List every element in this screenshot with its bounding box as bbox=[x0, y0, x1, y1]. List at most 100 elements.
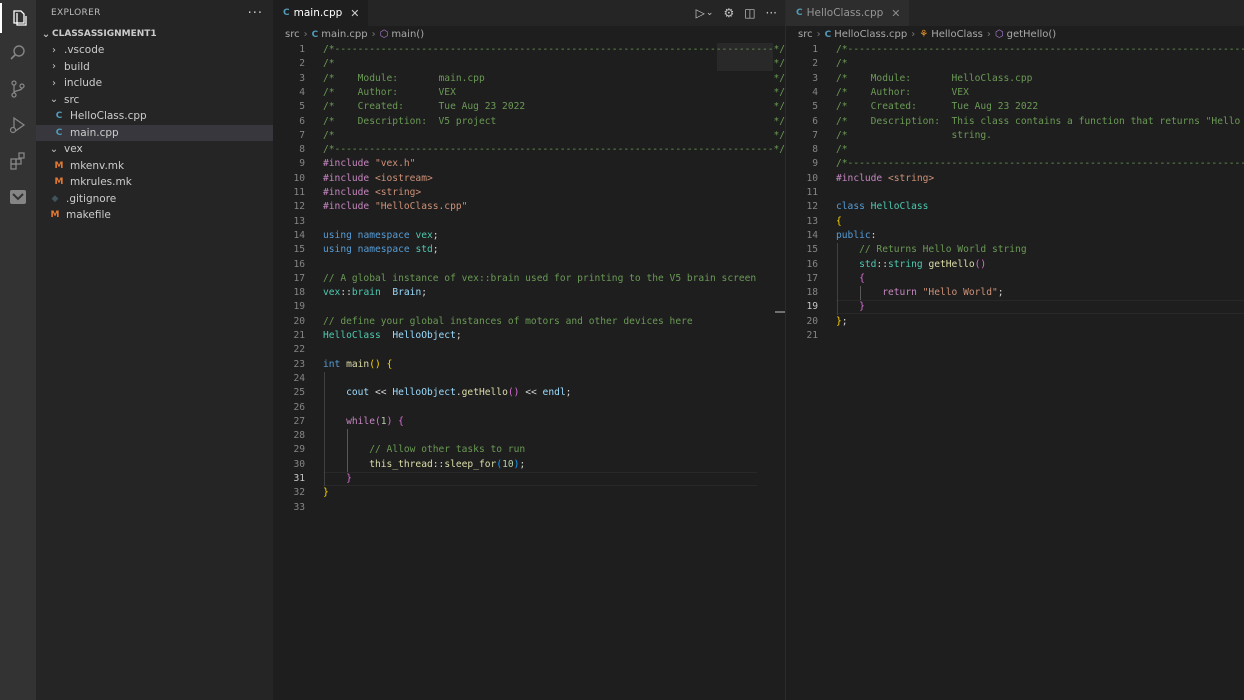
code-text: /* */ bbox=[836, 143, 1244, 157]
code-text: /* Module: main.cpp */ bbox=[323, 72, 785, 86]
code-text: /*--------------------------------------… bbox=[836, 43, 1244, 57]
code-line: 28 bbox=[273, 429, 305, 443]
code-text: #include "HelloClass.cpp" bbox=[323, 200, 467, 214]
code-text: }; bbox=[836, 315, 848, 329]
code-line: 8 /*-------------------------------------… bbox=[273, 143, 785, 157]
code-line: 10 #include <string> bbox=[786, 172, 934, 186]
code-line: 9 /*-------------------------------------… bbox=[786, 157, 1244, 171]
code-line: 33 bbox=[273, 501, 305, 515]
code-text: /* Created: Tue Aug 23 2022 */ bbox=[836, 100, 1244, 114]
line-number: 9 bbox=[812, 158, 818, 170]
source-control-icon[interactable] bbox=[0, 74, 36, 104]
tab-main-cpp[interactable]: C main.cpp ✕ bbox=[273, 0, 368, 26]
close-icon[interactable]: ✕ bbox=[350, 7, 359, 20]
code-line: 10 #include <iostream> bbox=[273, 172, 432, 186]
tree-file[interactable]: Cmain.cpp bbox=[36, 124, 273, 141]
split-editor-icon[interactable]: ◫ bbox=[744, 6, 755, 20]
line-number: 18 bbox=[806, 287, 818, 299]
tree-folder[interactable]: ⌄ vex bbox=[36, 141, 273, 158]
tree-folder[interactable]: ⌄ src bbox=[36, 92, 273, 109]
code-token: sleep_for bbox=[444, 458, 497, 470]
code-token: () bbox=[974, 258, 987, 270]
line-number: 24 bbox=[293, 372, 305, 384]
code-text: #include <string> bbox=[323, 186, 421, 200]
breadcrumb-file[interactable]: HelloClass.cpp bbox=[834, 29, 907, 40]
line-number: 32 bbox=[293, 487, 305, 499]
code-text: /* string. */ bbox=[836, 129, 1244, 143]
code-line: 27 while(1) { bbox=[273, 415, 403, 429]
tab-helloclass-cpp[interactable]: C HelloClass.cpp ✕ bbox=[786, 0, 909, 26]
run-debug-icon[interactable] bbox=[0, 110, 36, 140]
close-icon[interactable]: ✕ bbox=[891, 7, 900, 20]
code-token: namespace bbox=[357, 229, 410, 241]
code-token: // Returns Hello World string bbox=[859, 244, 1027, 256]
code-text: HelloClass HelloObject; bbox=[323, 329, 462, 343]
code-editor-main[interactable]: 1 /*-------------------------------------… bbox=[273, 43, 785, 700]
breadcrumb-file[interactable]: main.cpp bbox=[321, 29, 367, 40]
line-number: 33 bbox=[293, 501, 305, 513]
breadcrumb-folder[interactable]: src bbox=[798, 29, 813, 40]
project-folder-header[interactable]: ⌄ CLASSASSIGNMENT1 bbox=[36, 26, 273, 42]
code-line: 3 /* Module: HelloClass.cpp */ bbox=[786, 72, 1032, 86]
minimap[interactable] bbox=[717, 43, 773, 73]
breadcrumb-folder[interactable]: src bbox=[285, 29, 300, 40]
tab-label: HelloClass.cpp bbox=[806, 7, 884, 19]
code-token: ; bbox=[455, 330, 462, 341]
tree-folder[interactable]: › include bbox=[36, 75, 273, 92]
minimap-viewport[interactable] bbox=[717, 43, 773, 71]
tree-file[interactable]: Mmakefile bbox=[36, 207, 273, 224]
line-number: 21 bbox=[806, 330, 818, 341]
code-text: /* Description: V5 project */ bbox=[323, 115, 785, 129]
run-icon[interactable]: ▷ bbox=[696, 6, 705, 20]
line-number: 6 bbox=[812, 115, 818, 127]
breadcrumb-symbol[interactable]: getHello() bbox=[1007, 29, 1057, 40]
code-token: { bbox=[386, 358, 393, 370]
code-editor-helloclass[interactable]: 1 /*-------------------------------------… bbox=[786, 43, 1244, 700]
code-token: :: bbox=[876, 258, 888, 270]
breadcrumb-class[interactable]: HelloClass bbox=[931, 29, 983, 40]
chevron-right-icon: › bbox=[52, 44, 56, 56]
run-dropdown-icon[interactable]: ⌄ bbox=[706, 8, 714, 18]
code-text: std::string getHello() bbox=[836, 258, 986, 272]
search-icon[interactable] bbox=[0, 38, 36, 68]
code-token: public bbox=[836, 229, 871, 241]
chevron-right-icon: › bbox=[303, 29, 308, 40]
code-token: getHello bbox=[928, 258, 975, 270]
line-number: 18 bbox=[293, 287, 305, 299]
tree-folder[interactable]: › .vscode bbox=[36, 42, 273, 59]
code-token: #include bbox=[323, 187, 375, 198]
code-token: while bbox=[346, 415, 375, 427]
tree-file[interactable]: Mmkenv.mk bbox=[36, 158, 273, 175]
tree-item-label: .vscode bbox=[64, 44, 105, 57]
code-text: this_thread::sleep_for(10); bbox=[323, 458, 525, 472]
tree-file[interactable]: C HelloClass.cpp bbox=[36, 108, 273, 125]
line-number: 4 bbox=[299, 86, 305, 98]
tree-file[interactable]: ◆ .gitignore bbox=[36, 191, 273, 208]
code-token: brain bbox=[351, 287, 381, 299]
line-number: 7 bbox=[299, 129, 305, 141]
settings-icon[interactable]: ⚙ bbox=[723, 6, 734, 20]
tree-item-label: .gitignore bbox=[66, 192, 117, 205]
more-actions-icon[interactable]: ··· bbox=[766, 6, 777, 20]
tree-folder[interactable]: › build bbox=[36, 59, 273, 76]
tree-file[interactable]: Mmkrules.mk bbox=[36, 174, 273, 191]
code-line: 12 #include "HelloClass.cpp" bbox=[273, 200, 467, 214]
files-icon[interactable] bbox=[0, 3, 36, 33]
line-number: 19 bbox=[293, 301, 305, 313]
code-token: string bbox=[888, 258, 923, 270]
code-line: 18 return "Hello World"; bbox=[786, 286, 1003, 300]
code-text: int main() { bbox=[323, 358, 392, 372]
code-token: // Allow other tasks to run bbox=[369, 444, 526, 456]
extensions-icon[interactable] bbox=[0, 146, 36, 176]
code-text: using namespace vex; bbox=[323, 229, 439, 243]
line-number: 26 bbox=[293, 401, 305, 413]
breadcrumb-symbol[interactable]: main() bbox=[391, 29, 424, 40]
code-line: 9 #include "vex.h" bbox=[273, 157, 415, 171]
more-actions-icon[interactable]: ··· bbox=[248, 6, 263, 21]
vex-icon[interactable] bbox=[0, 182, 36, 212]
cpp-file-icon: C bbox=[796, 8, 803, 18]
code-text: return "Hello World"; bbox=[836, 286, 1003, 300]
code-line: 11 #include <string> bbox=[273, 186, 421, 200]
code-token: () bbox=[507, 387, 520, 399]
